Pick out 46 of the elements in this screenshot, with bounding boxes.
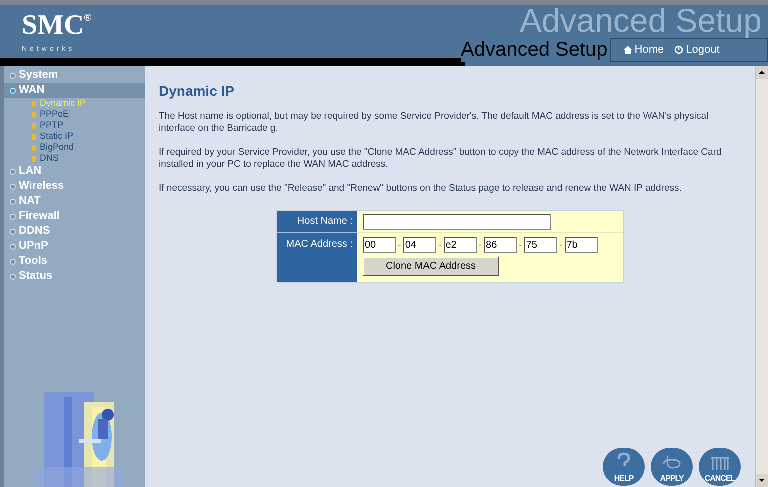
loop-icon bbox=[663, 456, 681, 469]
sidebar-item[interactable]: System bbox=[4, 68, 145, 83]
mac-octet-field[interactable]: 7b bbox=[564, 237, 598, 253]
header-link[interactable]: Logout bbox=[674, 42, 720, 58]
description-text: If necessary, you can use the "Release" and "Renew" buttons on the Status page to release and renew the WAN IP address. bbox=[159, 183, 683, 195]
sidebar-subitem[interactable]: PPTP bbox=[4, 120, 145, 131]
mac-octet-field[interactable]: e2 bbox=[444, 237, 477, 253]
sidebar-subitem[interactable]: Static IP bbox=[4, 131, 145, 142]
sidebar-subitem[interactable]: PPPoE bbox=[4, 109, 145, 120]
sidebar-item[interactable]: Tools bbox=[4, 254, 145, 269]
separator: - bbox=[478, 238, 484, 252]
banner-title: Advanced Setup bbox=[520, 4, 763, 38]
logo: SMC bbox=[22, 11, 84, 41]
bin-icon bbox=[710, 457, 730, 471]
sidebar-item[interactable]: WAN bbox=[4, 83, 145, 98]
power-icon bbox=[674, 45, 684, 55]
host-name-field[interactable] bbox=[363, 214, 551, 230]
description-text: If required by your Service Provider, you use the "Clone MAC Address" button to copy the MAC address of the Network Interface Card installed in your PC to replace the WAN MAC address. bbox=[159, 147, 723, 171]
question-mark-icon bbox=[618, 452, 630, 466]
separator: - bbox=[558, 238, 564, 252]
mac-octet-field[interactable]: 75 bbox=[524, 237, 558, 253]
sidebar-item[interactable]: DDNS bbox=[4, 224, 145, 239]
header-link[interactable]: Home bbox=[622, 42, 664, 58]
sidebar-subitem[interactable]: BigPond bbox=[4, 142, 145, 153]
sidebar-item[interactable]: UPnP bbox=[4, 239, 145, 254]
separator: - bbox=[518, 238, 524, 252]
mac-octet-field[interactable]: 86 bbox=[484, 237, 518, 253]
sidebar-item[interactable]: Firewall bbox=[4, 209, 145, 224]
action-button[interactable]: CANCEL bbox=[699, 448, 741, 486]
separator: - bbox=[397, 238, 402, 252]
mac-octet-field[interactable]: 00 bbox=[363, 237, 396, 253]
sidebar-item[interactable]: Status bbox=[4, 269, 145, 284]
house-icon bbox=[622, 45, 633, 55]
clone-mac-button[interactable]: Clone MAC Address bbox=[363, 257, 499, 276]
registered-mark: ® bbox=[84, 12, 92, 26]
sidebar-subitem[interactable]: DNS bbox=[4, 153, 145, 164]
page-heading: Dynamic IP bbox=[159, 83, 236, 99]
mac-octet-field[interactable]: 04 bbox=[403, 237, 436, 253]
sidebar-item[interactable]: LAN bbox=[4, 164, 145, 179]
sidebar-item[interactable]: Wireless bbox=[4, 179, 145, 194]
action-button[interactable]: APPLY bbox=[651, 448, 693, 486]
sidebar-item[interactable]: NAT bbox=[4, 194, 145, 209]
separator: - bbox=[437, 238, 443, 252]
description-text: The Host name is optional, but may be required by some Service Provider's. The default MAC address is set to the WAN's physical interface on the Barricade g. bbox=[159, 111, 710, 135]
sidebar-subitem[interactable]: Dynamic IP bbox=[4, 98, 145, 109]
action-button[interactable]: HELP bbox=[603, 448, 645, 486]
